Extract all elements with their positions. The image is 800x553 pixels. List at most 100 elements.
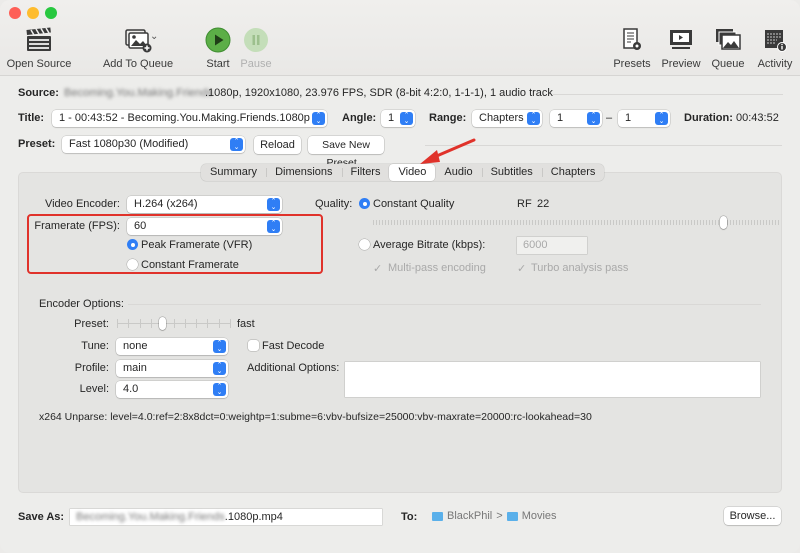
preview-button[interactable]: Preview xyxy=(660,26,702,70)
rf-label: RF xyxy=(517,198,532,210)
range-end-value: 1 xyxy=(625,112,632,124)
peak-framerate-radio[interactable] xyxy=(127,239,138,250)
constant-framerate-label: Constant Framerate xyxy=(141,259,239,271)
video-encoder-label: Video Encoder: xyxy=(44,198,120,210)
preset-select[interactable]: Fast 1080p30 (Modified) ⌃ ⌄ xyxy=(62,136,245,153)
destination-path[interactable]: BlackPhil > Movies xyxy=(432,510,557,522)
play-icon xyxy=(203,26,233,54)
rf-value: 22 xyxy=(537,198,550,210)
add-photos-icon xyxy=(123,26,153,54)
framerate-value: 60 xyxy=(134,220,147,232)
average-bitrate-radio[interactable] xyxy=(359,239,370,250)
profile-value: main xyxy=(123,362,147,374)
save-as-suffix: .1080p.mp4 xyxy=(224,511,283,523)
minimize-window-button[interactable] xyxy=(27,7,39,19)
tab-subtitles[interactable]: Subtitles xyxy=(481,164,542,181)
pause-button[interactable]: Pause xyxy=(240,26,272,70)
average-bitrate-label: Average Bitrate (kbps): xyxy=(373,239,486,251)
activity-button[interactable]: Activity xyxy=(755,26,795,70)
save-new-preset-button[interactable]: Save New Preset... xyxy=(308,136,384,169)
bitrate-input[interactable]: 6000 xyxy=(517,237,587,254)
queue-button[interactable]: Queue xyxy=(711,26,745,70)
tab-filters[interactable]: Filters xyxy=(341,164,390,181)
encoder-preset-slider-thumb[interactable] xyxy=(159,317,167,330)
video-encoder-value: H.264 (x264) xyxy=(134,198,198,210)
range-type-value: Chapters xyxy=(479,112,524,124)
multipass-checkmark-icon[interactable]: ✓ xyxy=(373,262,382,275)
video-encoder-select[interactable]: H.264 (x264) ⌃ ⌄ xyxy=(127,196,282,213)
range-label: Range: xyxy=(429,112,467,124)
duration-label: Duration: xyxy=(684,112,733,124)
encoder-preset-label: Preset: xyxy=(74,318,109,330)
open-source-button[interactable]: Open Source xyxy=(7,26,71,70)
updown-chevron-icon: ⌃ ⌄ xyxy=(267,198,280,211)
tab-chapters[interactable]: Chapters xyxy=(541,164,605,181)
profile-label: Profile: xyxy=(74,362,109,374)
slider-tick xyxy=(173,319,175,328)
preset-label: Preset: xyxy=(18,138,56,150)
encoder-options-separator xyxy=(128,304,761,305)
constant-framerate-radio[interactable] xyxy=(127,259,138,270)
tab-dimensions[interactable]: Dimensions xyxy=(266,164,341,181)
pause-label: Pause xyxy=(240,58,272,70)
range-type-select[interactable]: Chapters ⌃ ⌄ xyxy=(472,110,542,127)
fast-decode-label: Fast Decode xyxy=(262,340,325,352)
updown-chevron-icon: ⌃ ⌄ xyxy=(527,112,540,125)
rf-slider-track[interactable] xyxy=(373,220,780,225)
updown-chevron-icon: ⌃ ⌄ xyxy=(267,220,280,233)
handbrake-window: Open Source Add To Queue ⌄ Start Pause P… xyxy=(0,0,800,553)
title-select[interactable]: 1 - 00:43:52 - Becoming.You.Making.Frien… xyxy=(52,110,327,127)
add-to-queue-menu-chevron-icon[interactable]: ⌄ xyxy=(150,31,158,42)
updown-chevron-icon: ⌃ ⌄ xyxy=(312,112,325,125)
path-item-movies: Movies xyxy=(521,510,557,522)
multipass-label: Multi-pass encoding xyxy=(388,262,486,274)
zoom-window-button[interactable] xyxy=(45,7,57,19)
slider-tick xyxy=(128,319,130,328)
updown-chevron-icon: ⌃ ⌄ xyxy=(213,340,226,353)
turbo-label: Turbo analysis pass xyxy=(531,262,629,274)
turbo-checkmark-icon[interactable]: ✓ xyxy=(517,262,526,275)
presets-button[interactable]: Presets xyxy=(613,26,651,70)
level-select[interactable]: 4.0 ⌃ ⌄ xyxy=(116,381,228,398)
add-to-queue-button[interactable]: Add To Queue xyxy=(103,26,173,70)
slider-tick xyxy=(139,319,141,328)
folder-icon xyxy=(506,511,518,521)
tab-summary[interactable]: Summary xyxy=(201,164,266,181)
range-start-value: 1 xyxy=(557,112,564,124)
framerate-select[interactable]: 60 ⌃ ⌄ xyxy=(127,218,282,235)
clapperboard-icon xyxy=(24,26,54,54)
tune-select[interactable]: none ⌃ ⌄ xyxy=(116,338,228,355)
close-window-button[interactable] xyxy=(9,7,21,19)
encoder-preset-value: fast xyxy=(237,318,255,330)
save-as-input[interactable]: Becoming.You.Making.Friends.1080p.mp4 xyxy=(70,509,382,525)
updown-chevron-icon: ⌃ ⌄ xyxy=(213,383,226,396)
updown-chevron-icon: ⌃ ⌄ xyxy=(587,112,600,125)
framerate-label: Framerate (FPS): xyxy=(34,220,120,232)
rf-slider-thumb[interactable] xyxy=(720,216,728,229)
range-start-select[interactable]: 1 ⌃ ⌄ xyxy=(550,110,602,127)
slider-tick xyxy=(184,319,186,328)
presets-document-gear-icon xyxy=(617,26,647,54)
additional-options-textarea[interactable] xyxy=(345,362,760,397)
monitor-play-icon xyxy=(666,26,696,54)
fast-decode-checkbox[interactable] xyxy=(248,340,259,351)
updown-chevron-icon: ⌃ ⌄ xyxy=(655,112,668,125)
angle-select-value: 1 xyxy=(388,112,395,124)
range-end-select[interactable]: 1 ⌃ ⌄ xyxy=(618,110,670,127)
slider-tick xyxy=(218,319,220,328)
source-label: Source: xyxy=(18,87,59,99)
slider-tick xyxy=(196,319,198,328)
level-label: Level: xyxy=(79,383,109,395)
start-button[interactable]: Start xyxy=(202,26,234,70)
tune-value: none xyxy=(123,340,148,352)
angle-select[interactable]: 1 ⌃ ⌄ xyxy=(381,110,415,127)
additional-options-label: Additional Options: xyxy=(247,362,340,374)
queue-photos-icon xyxy=(713,26,743,54)
slider-tick xyxy=(150,319,152,328)
reload-button[interactable]: Reload xyxy=(254,136,301,154)
settings-tabs: Summary Dimensions Filters Video Audio S… xyxy=(201,164,605,181)
profile-select[interactable]: main ⌃ ⌄ xyxy=(116,360,228,377)
browse-button[interactable]: Browse... xyxy=(724,507,781,525)
updown-chevron-icon: ⌃ ⌄ xyxy=(400,112,413,125)
constant-quality-radio[interactable] xyxy=(359,198,370,209)
